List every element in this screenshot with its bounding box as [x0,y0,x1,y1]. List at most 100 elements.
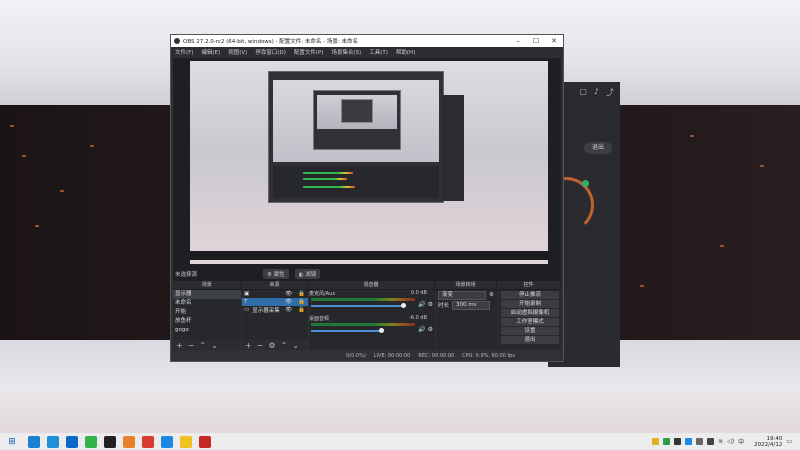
obs-logo-icon [174,38,180,44]
transitions-dock: 渐变 ⚙ 时长 300 ms [436,290,498,350]
menu-tools[interactable]: 工具(T) [369,48,388,56]
app-blue-icon[interactable] [160,435,173,448]
volume-knob[interactable] [379,328,384,333]
wifi-icon[interactable]: ≋ [718,438,723,445]
scene-item[interactable]: 未命名 [173,299,241,308]
message-icon[interactable]: ▢ [579,87,587,100]
menu-file[interactable]: 文件(F) [175,48,193,56]
title-bar[interactable]: OBS 27.2.0-rc2 (64-bit, windows) - 配置文件:… [171,35,563,47]
lock-icon[interactable]: 🔒 [298,291,305,297]
minimize-icon[interactable]: – [509,37,527,45]
lock-icon[interactable]: 🔒 [298,299,305,305]
gear-icon[interactable]: ⚙ [428,326,433,333]
tray-icon[interactable] [696,438,704,445]
source-label: 显示器采集 [252,308,280,314]
preview-area[interactable] [173,58,561,292]
move-down-icon[interactable]: ⌄ [211,341,218,350]
logout-button[interactable]: 退出 [584,142,612,154]
source-row[interactable]: ▭ 显示器采集 👁 🔒 [242,306,308,314]
nested-side-window [442,95,464,201]
gear-icon[interactable]: ⚙ [428,301,433,308]
channel-db: 0.0 dB [410,290,427,296]
move-down-icon[interactable]: ⌄ [292,341,299,350]
live-timer: LIVE: 00:00:00 [373,353,411,359]
start-recording-button[interactable]: 开始录制 [501,300,559,308]
source-row[interactable]: ▣ 👁 🔒 [242,290,308,298]
source-row[interactable]: T 👁 🔒 [242,298,308,306]
obs-window[interactable]: OBS 27.2.0-rc2 (64-bit, windows) - 配置文件:… [170,34,564,362]
scene-item[interactable]: gogo [173,326,241,335]
ime-icon[interactable]: 中 [738,437,744,446]
no-source-label: 未选择源 [175,271,198,278]
volume-slider[interactable] [311,330,383,332]
sources-header: 来源 [241,281,308,289]
remove-source-icon[interactable]: − [257,341,264,350]
edge-icon[interactable] [27,435,40,448]
menu-view[interactable]: 视图(V) [228,48,247,56]
channel-db: -6.0 dB [409,315,427,321]
menu-docks[interactable]: 停靠窗口(D) [255,48,286,56]
menu-edit[interactable]: 编辑(E) [201,48,220,56]
app-orange-icon[interactable] [122,435,135,448]
eye-icon[interactable]: 👁 [285,307,292,313]
tray-icon[interactable] [707,438,715,445]
text-source-icon: T [244,299,248,305]
eye-icon[interactable]: 👁 [285,291,292,297]
share-icon[interactable]: ⤴ [606,87,614,100]
nested-taskbar [190,251,548,260]
app-darkred-icon[interactable] [198,435,211,448]
move-up-icon[interactable]: ⌃ [199,341,206,350]
scene-item[interactable]: 放鱼杆 [173,317,241,326]
window-title: OBS 27.2.0-rc2 (64-bit, windows) - 配置文件:… [183,39,358,45]
maximize-icon[interactable]: ☐ [527,37,545,45]
notification-icon[interactable]: ▭ [786,438,792,445]
studio-mode-button[interactable]: 工作室模式 [501,318,559,326]
tray-icon[interactable] [663,438,671,445]
volume-icon[interactable]: ◁) [727,438,734,445]
gear-icon[interactable]: ⚙ [489,292,494,298]
add-source-icon[interactable]: + [245,341,252,350]
preview-canvas[interactable] [190,61,548,264]
app-green-icon[interactable] [84,435,97,448]
clock[interactable]: 19:40 2022/4/12 [754,436,782,448]
tray-icon[interactable] [652,438,660,445]
move-up-icon[interactable]: ⌃ [281,341,288,350]
properties-button[interactable]: ⚙ 属性 [263,268,289,279]
duration-input[interactable]: 300 ms [452,300,491,310]
obs-taskbar-icon[interactable] [103,435,116,448]
volume-slider[interactable] [311,305,406,307]
scene-item[interactable]: 开始 [173,308,241,317]
lock-icon[interactable]: 🔒 [298,307,305,313]
ie-icon[interactable] [46,435,59,448]
source-settings-icon[interactable]: ⚙ [268,341,275,350]
browser-icon[interactable] [65,435,78,448]
stop-streaming-button[interactable]: 停止推流 [501,291,559,299]
start-virtual-camera-button[interactable]: 启动虚拟摄像机 [501,309,559,317]
close-icon[interactable]: ✕ [545,37,563,45]
eye-icon[interactable]: 👁 [285,299,292,305]
tray-icon[interactable] [674,438,682,445]
bell-icon[interactable]: ♪ [594,87,599,100]
menu-scene-collection[interactable]: 场景集合(S) [331,48,361,56]
taskbar: ⊞ ≋ ◁) 中 19:40 2022/4/12 ▭ [0,433,800,450]
tray-icon[interactable] [685,438,693,445]
menu-help[interactable]: 帮助(H) [396,48,415,56]
windows-start-icon[interactable]: ⊞ [0,437,24,447]
exit-button[interactable]: 退出 [501,336,559,344]
remove-scene-icon[interactable]: − [188,341,195,350]
speaker-icon[interactable]: 🔊 [418,301,425,308]
volume-knob[interactable] [401,303,406,308]
menu-profile[interactable]: 配置文件(P) [294,48,324,56]
transition-select[interactable]: 渐变 [438,290,486,300]
add-scene-icon[interactable]: + [176,341,183,350]
mixer-channel: 桌面音频 -6.0 dB 🔊 ⚙ [309,315,435,340]
scene-item[interactable]: 显示器 [173,290,241,299]
app-yellow-icon[interactable] [179,435,192,448]
app-red-icon[interactable] [141,435,154,448]
controls-header: 控件 [497,281,560,289]
cpu-fps: CPU: 0.9%, 60.00 fps [462,353,515,359]
filters-button[interactable]: ◐ 滤镜 [294,268,321,279]
filter-icon: ◐ [298,271,304,278]
settings-button[interactable]: 设置 [501,327,559,335]
speaker-icon[interactable]: 🔊 [418,326,425,333]
